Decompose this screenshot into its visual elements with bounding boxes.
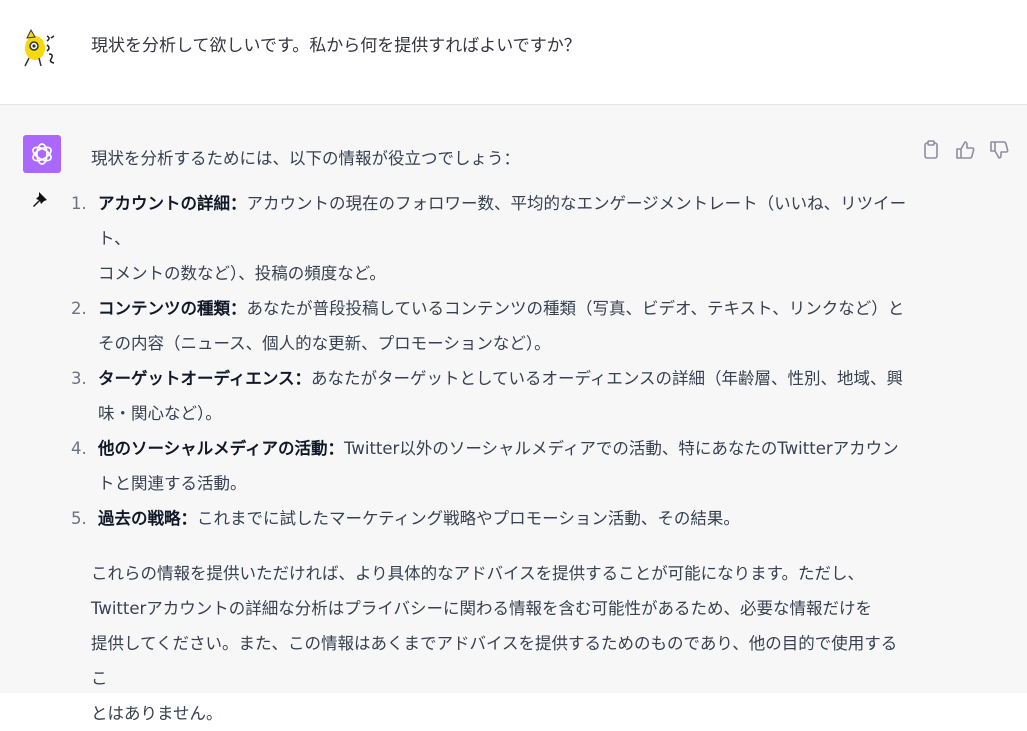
list-term: ターゲットオーディエンス	[98, 369, 295, 388]
openai-logo-icon	[32, 143, 52, 165]
user-message-row: 現状を分析して欲しいです。私から何を提供すればよいですか？	[0, 0, 1027, 105]
list-item: 2. コンテンツの種類：あなたが普段投稿しているコンテンツの種類（写真、ビデオ、テ…	[71, 291, 911, 361]
list-term: 過去の戦略	[98, 509, 181, 528]
list-term: 他のソーシャルメディアの活動	[98, 439, 328, 458]
thumbs-down-icon[interactable]	[988, 139, 1010, 161]
list-separator: ：	[327, 439, 345, 458]
list-desc-cont: トと関連する活動。	[98, 474, 247, 493]
list-separator: ：	[230, 299, 247, 318]
assistant-message-row: 現状を分析するためには、以下の情報が役立つでしょう： 1. アカウントの詳細：アカ…	[0, 105, 1027, 723]
list-separator: ：	[230, 194, 247, 213]
user-message-text: 現状を分析して欲しいです。私から何を提供すればよいですか？	[91, 36, 581, 56]
list-term: コンテンツの種類	[98, 299, 230, 318]
list-number: 3.	[71, 369, 87, 388]
closing-line: とはありません。	[91, 704, 223, 723]
closing-line: これらの情報を提供いただければ、より具体的なアドバイスを提供することが可能になり…	[91, 564, 865, 583]
assistant-avatar	[23, 135, 61, 173]
list-item: 1. アカウントの詳細：アカウントの現在のフォロワー数、平均的なエンゲージメントレ…	[71, 186, 911, 291]
thumbs-up-icon[interactable]	[954, 139, 976, 161]
list-term: アカウントの詳細	[98, 194, 230, 213]
list-item: 5. 過去の戦略：これまでに試したマーケティング戦略やプロモーション活動、その結果…	[71, 501, 911, 536]
closing-paragraph: これらの情報を提供いただければ、より具体的なアドバイスを提供することが可能になり…	[91, 556, 911, 731]
list-desc-cont: 味・関心など）。	[98, 404, 222, 423]
pin-icon[interactable]	[30, 189, 52, 211]
closing-line: Twitterアカウントの詳細な分析はプライバシーに関わる情報を含む可能性がある…	[91, 599, 872, 618]
list-item: 3. ターゲットオーディエンス：あなたがターゲットとしているオーディエンスの詳細（…	[71, 361, 911, 431]
assistant-message-content: 現状を分析するためには、以下の情報が役立つでしょう： 1. アカウントの詳細：アカ…	[71, 141, 911, 731]
list-desc: あなたが普段投稿しているコンテンツの種類（写真、ビデオ、テキスト、リンクなど）と	[246, 299, 905, 318]
closing-line: 提供してください。また、この情報はあくまでアドバイスを提供するためのものであり、…	[91, 634, 898, 688]
list-item: 4. 他のソーシャルメディアの活動：Twitter以外のソーシャルメディアでの活動…	[71, 431, 911, 501]
list-desc: Twitter以外のソーシャルメディアでの活動、特にあなたのTwitterアカウ…	[344, 439, 899, 458]
list-desc: これまでに試したマーケティング戦略やプロモーション活動、その結果。	[197, 509, 740, 528]
copy-icon[interactable]	[920, 139, 942, 161]
intro-text: 現状を分析するためには、以下の情報が役立つでしょう：	[91, 149, 520, 168]
list-separator: ：	[180, 509, 198, 528]
list-separator: ：	[294, 369, 312, 388]
list-desc: あなたがターゲットとしているオーディエンスの詳細（年齢層、性別、地域、興	[311, 369, 904, 388]
user-avatar-icon	[24, 28, 55, 67]
list-number: 1.	[71, 194, 87, 213]
list-desc-cont: コメントの数など）、投稿の頻度など。	[98, 264, 386, 283]
list-number: 4.	[71, 439, 87, 458]
list-desc-cont: その内容（ニュース、個人的な更新、プロモーションなど）。	[98, 334, 551, 353]
list-number: 2.	[71, 299, 87, 318]
message-actions	[920, 139, 1010, 161]
info-list: 1. アカウントの詳細：アカウントの現在のフォロワー数、平均的なエンゲージメントレ…	[71, 186, 911, 536]
list-number: 5.	[71, 509, 87, 528]
